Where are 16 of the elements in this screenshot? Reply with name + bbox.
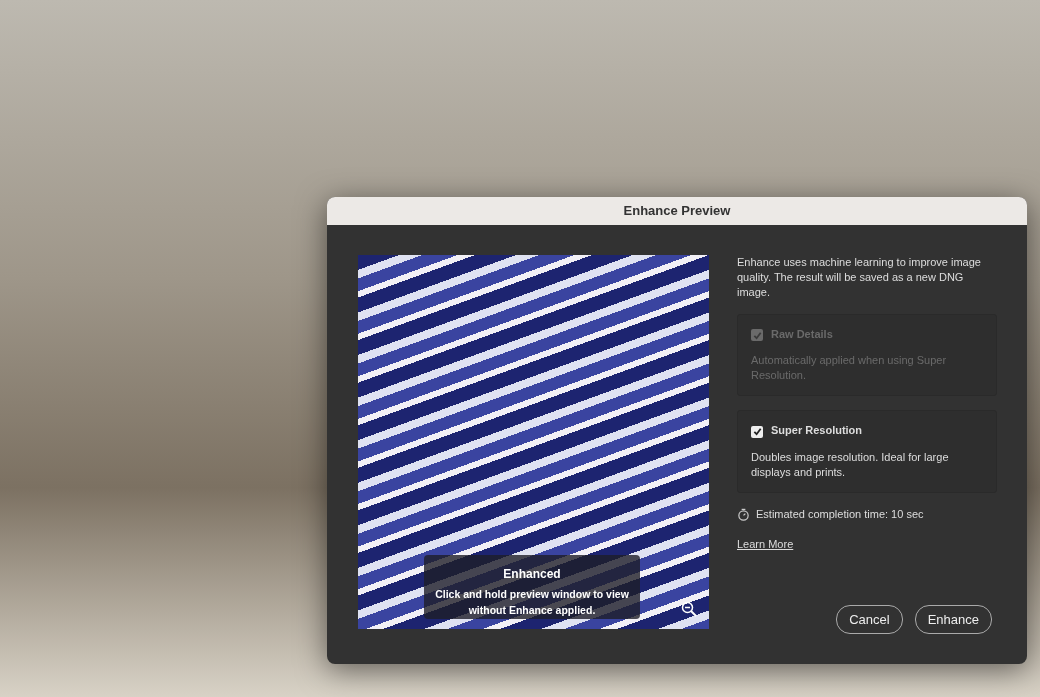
option-label: Super Resolution bbox=[771, 424, 863, 437]
estimate-text: Estimated completion time: 10 sec bbox=[756, 506, 924, 522]
caption-title: Enhanced bbox=[502, 566, 562, 583]
stopwatch-icon bbox=[737, 507, 750, 521]
learn-more-link[interactable]: Learn More bbox=[737, 537, 794, 553]
preview-image[interactable]: Enhanced Click and hold preview window to view without Enhance applied. bbox=[358, 255, 709, 629]
dialog-button[interactable]: Enhance bbox=[914, 604, 992, 634]
option-description: Automatically applied when using Super Resolution. bbox=[751, 353, 948, 384]
description-text: Enhance uses machine learning to improve image quality. The result will be saved as a new DNG image. bbox=[737, 255, 982, 300]
dialog-title: Enhance Preview bbox=[623, 202, 731, 221]
dialog-button[interactable]: Cancel bbox=[836, 604, 903, 634]
zoom-out-icon[interactable] bbox=[681, 601, 697, 617]
checkbox[interactable] bbox=[751, 425, 763, 438]
caption-text: Click and hold preview window to view without Enhance applied. bbox=[434, 587, 630, 618]
option-label: Raw Details bbox=[771, 327, 833, 340]
option-description: Doubles image resolution. Ideal for large displays and prints. bbox=[751, 449, 950, 480]
